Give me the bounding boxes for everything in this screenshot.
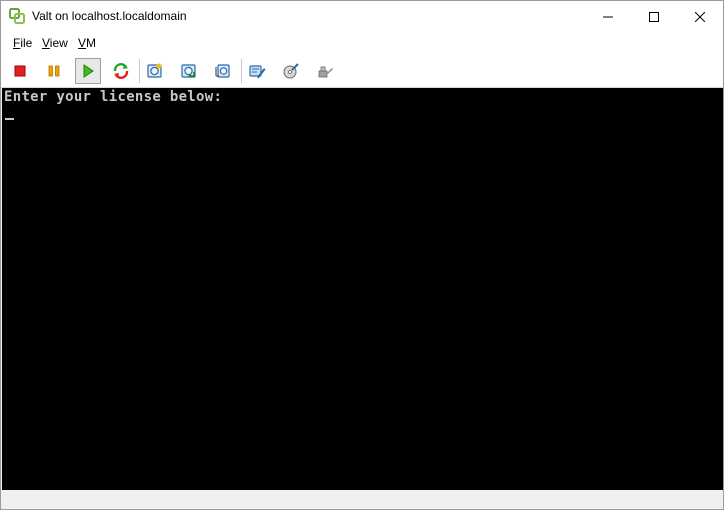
edit-settings-icon (249, 65, 266, 79)
toolbar-separator (241, 59, 242, 83)
toolbar (1, 54, 723, 88)
menu-vm[interactable]: VM (78, 36, 96, 50)
snapshot-manager-icon (215, 64, 230, 78)
title-bar[interactable]: Valt on localhost.localdomain (1, 1, 723, 32)
snapshot-button[interactable] (142, 58, 168, 84)
minimize-icon (603, 16, 613, 17)
edit-settings-button[interactable] (244, 58, 270, 84)
power-off-icon (14, 65, 26, 77)
menu-file[interactable]: File (13, 36, 32, 50)
snapshot-manager-button[interactable] (210, 58, 236, 84)
reset-button[interactable] (108, 58, 134, 84)
status-bar (1, 490, 723, 509)
vsphere-icon (9, 8, 25, 24)
console-output: Enter your license below: (4, 89, 223, 105)
window-title: Valt on localhost.localdomain (32, 9, 187, 23)
maximize-button[interactable] (631, 1, 677, 32)
close-icon (695, 11, 705, 22)
menu-bar: File View VM (1, 32, 723, 54)
snapshot-icon (147, 63, 162, 78)
toolbar-separator (139, 59, 140, 83)
text-cursor (5, 118, 14, 120)
revert-snapshot-button[interactable] (176, 58, 202, 84)
reset-icon (113, 63, 129, 79)
vm-console-screen[interactable]: Enter your license below: (2, 88, 723, 490)
usb-button[interactable] (312, 58, 338, 84)
maximize-icon (649, 11, 659, 22)
minimize-button[interactable] (585, 1, 631, 32)
menu-view[interactable]: View (42, 36, 68, 50)
power-on-icon (83, 64, 94, 78)
power-on-button[interactable] (75, 58, 101, 84)
usb-icon (318, 66, 333, 78)
suspend-button[interactable] (41, 58, 67, 84)
close-button[interactable] (677, 1, 723, 32)
cd-dvd-icon (283, 63, 299, 79)
power-off-button[interactable] (7, 58, 33, 84)
revert-snapshot-icon (181, 64, 196, 78)
vm-console-window: Valt on localhost.localdomain File View … (0, 0, 724, 510)
suspend-icon (48, 65, 60, 77)
cd-dvd-button[interactable] (278, 58, 304, 84)
